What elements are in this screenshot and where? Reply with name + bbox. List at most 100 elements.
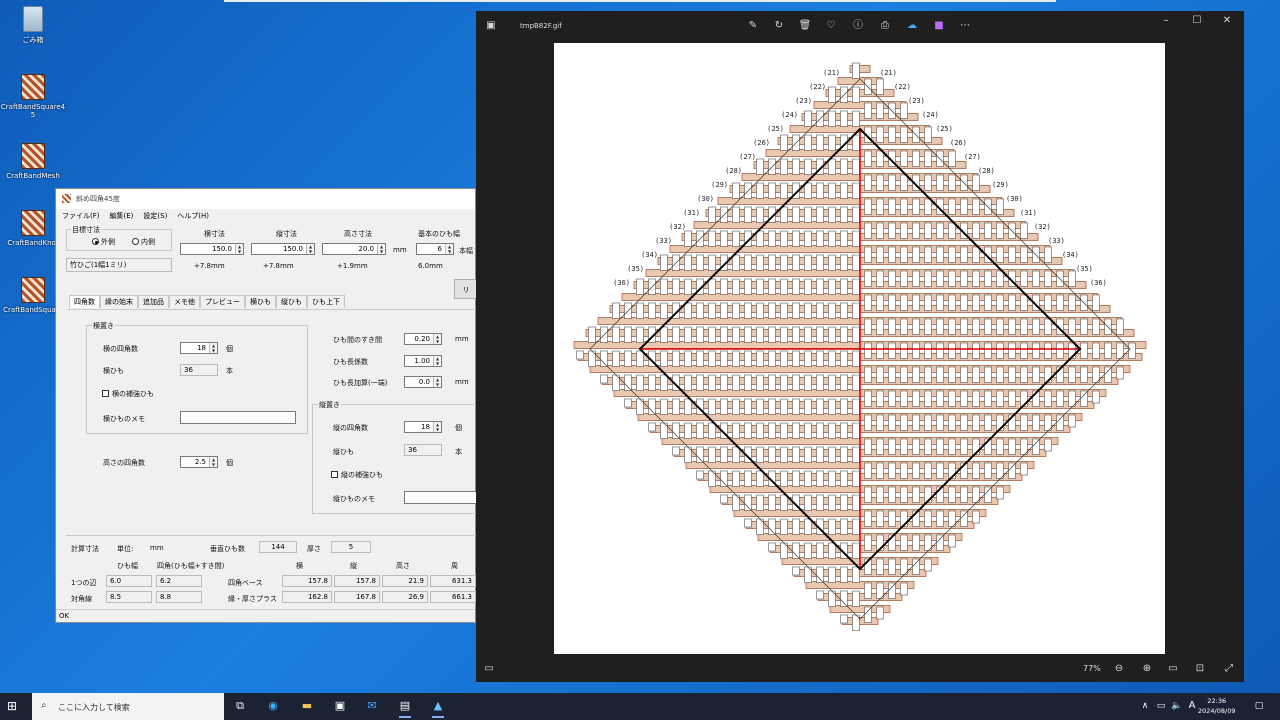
band-number-label: (35) — [627, 265, 644, 273]
vertical-band — [660, 326, 668, 343]
clock[interactable]: 22:36 2024/08/09 — [1198, 696, 1235, 716]
favorite-icon[interactable]: ♡ — [824, 19, 838, 33]
vertical-reinforce-checkbox[interactable]: 縦の補強ひも — [331, 470, 383, 480]
photos-taskbar-icon[interactable]: ▲ — [430, 698, 446, 718]
taskbar-search[interactable]: ⌕ ここに入力して検索 — [32, 693, 224, 720]
menu-settings[interactable]: 設定(S) — [143, 211, 167, 221]
tab-vertical-bands[interactable]: 縦ひも — [276, 295, 307, 308]
gap-input[interactable]: 0.20 ▲ ▼ — [404, 333, 442, 345]
spin-icon[interactable]: ▲ ▼ — [235, 244, 243, 254]
band-width-input[interactable]: 6 ▲ ▼ — [416, 243, 454, 255]
print-icon[interactable]: ⎙ — [878, 19, 892, 33]
network-icon[interactable]: ▭ — [1153, 698, 1169, 714]
recalc-button[interactable]: リ — [454, 279, 478, 299]
vertical-band — [804, 302, 812, 319]
spin-icon[interactable]: ▲ ▼ — [433, 356, 441, 366]
band-number-label: (23) — [908, 97, 925, 105]
clipchamp-icon[interactable]: ■ — [932, 19, 946, 33]
spin-icon[interactable]: ▲ ▼ — [306, 244, 314, 254]
tab-horizontal-bands[interactable]: 横ひも — [245, 295, 276, 308]
depth-input[interactable]: 150.0 ▲ ▼ — [251, 243, 315, 255]
window-titlebar[interactable]: 斜め四角45度 — [56, 189, 475, 209]
horizontal-memo-input[interactable] — [180, 411, 296, 424]
delete-icon[interactable]: 🗑 — [798, 19, 812, 33]
vertical-band — [828, 206, 836, 223]
onedrive-icon[interactable]: ☁ — [905, 19, 919, 33]
zoom-out-icon[interactable]: ⊖ — [1112, 662, 1126, 676]
vertical-band — [804, 398, 812, 415]
vertical-band — [960, 438, 968, 455]
horizontal-count-input[interactable]: 18 ▲ ▼ — [180, 342, 218, 354]
vertical-band — [972, 510, 980, 524]
maximize-icon[interactable]: ☐ — [1190, 15, 1204, 29]
viewer-titlebar[interactable]: ▣ tmpB82F.gif ✎ ↻ 🗑 ♡ ⓘ ⎙ ☁ ■ ⋯ – ☐ ✕ — [476, 11, 1244, 43]
actual-size-icon[interactable]: ⊡ — [1193, 662, 1207, 676]
length-add-input[interactable]: 0.0 ▲ ▼ — [404, 376, 442, 388]
radio-inner-mark — [132, 238, 139, 245]
height-count-input[interactable]: 2.5 ▲ ▼ — [180, 456, 218, 468]
vertical-band — [876, 366, 884, 383]
spin-icon[interactable]: ▲ ▼ — [433, 334, 441, 344]
length-factor-input[interactable]: 1.00 ▲ ▼ — [404, 355, 442, 367]
menu-edit[interactable]: 編集(E) — [110, 211, 134, 221]
craftband-taskbar-icon[interactable]: ▤ — [397, 698, 413, 718]
vertical-band — [1020, 270, 1028, 287]
mail-icon[interactable]: ✉ — [364, 698, 380, 714]
rotate-icon[interactable]: ↻ — [772, 19, 786, 33]
fit-window-icon[interactable]: ▭ — [1166, 662, 1180, 676]
horizontal-reinforce-checkbox[interactable]: 横の補強ひも — [102, 389, 154, 399]
spin-icon[interactable]: ▲ ▼ — [209, 457, 217, 467]
file-explorer-icon[interactable]: ▬ — [299, 698, 315, 714]
spin-icon[interactable]: ▲ ▼ — [433, 377, 441, 387]
desktop-icon-recycle-bin[interactable]: ごみ箱 — [0, 6, 69, 45]
height-input[interactable]: 20.0 ▲ ▼ — [322, 243, 386, 255]
radio-inner[interactable]: 内側 — [132, 237, 155, 247]
windows-start-icon[interactable]: ⊞ — [7, 699, 22, 714]
edit-icon[interactable]: ✎ — [746, 19, 760, 33]
vertical-band — [792, 206, 800, 223]
tab-band-updown[interactable]: ひも上下 — [307, 295, 345, 308]
vertical-band — [624, 326, 632, 343]
vertical-band — [876, 510, 884, 527]
vertical-band — [756, 398, 764, 415]
desktop-icon-craftbandsquare45[interactable]: CraftBandSquare45 — [0, 74, 69, 119]
gallery-icon[interactable]: ▣ — [484, 19, 498, 33]
vertical-band — [864, 198, 872, 215]
store-icon[interactable]: ▣ — [332, 698, 348, 714]
zoom-in-icon[interactable]: ⊕ — [1140, 662, 1154, 676]
volume-icon[interactable]: 🔈 — [1169, 698, 1185, 714]
vertical-band — [1092, 342, 1100, 359]
fullscreen-icon[interactable]: ⤢ — [1222, 662, 1236, 676]
more-icon[interactable]: ⋯ — [958, 19, 972, 33]
width-input[interactable]: 150.0 ▲ ▼ — [180, 243, 244, 255]
tab-memo[interactable]: メモ他 — [169, 295, 200, 308]
vertical-memo-input[interactable] — [404, 491, 477, 504]
radio-outer[interactable]: 外側 — [92, 237, 115, 247]
edge-browser-icon[interactable]: ◉ — [265, 698, 281, 714]
info-icon[interactable]: ⓘ — [851, 19, 865, 33]
filmstrip-icon[interactable]: ▭ — [482, 662, 496, 676]
tab-squares[interactable]: 四角数 — [69, 295, 100, 308]
vertical-count-input[interactable]: 18 ▲ ▼ — [404, 421, 442, 433]
desktop-icon-craftbandmesh[interactable]: CraftBandMesh — [0, 143, 69, 180]
tab-additions[interactable]: 追加品 — [138, 295, 169, 308]
show-hidden-icons[interactable]: ∧ — [1137, 698, 1153, 714]
band-number-label: (33) — [1048, 237, 1065, 245]
spin-icon[interactable]: ▲ ▼ — [377, 244, 385, 254]
spin-icon[interactable]: ▲ ▼ — [433, 422, 441, 432]
spin-icon[interactable]: ▲ ▼ — [209, 343, 217, 353]
base-width-value: 157.8 — [282, 575, 332, 587]
minimize-icon[interactable]: – — [1159, 15, 1173, 29]
tab-preview[interactable]: プレビュー — [200, 295, 245, 308]
vertical-band — [888, 462, 896, 479]
vertical-band — [756, 158, 764, 175]
tab-edge[interactable]: 縁の始末 — [100, 295, 138, 308]
material-select[interactable]: 竹ひご(1幅1ミリ) — [66, 258, 172, 272]
task-view-icon[interactable]: ⧉ — [232, 698, 248, 714]
vertical-band — [828, 446, 836, 463]
spin-icon[interactable]: ▲ ▼ — [445, 244, 453, 254]
menu-help[interactable]: ヘルプ(H) — [177, 211, 209, 221]
notification-icon[interactable]: ▢ — [1251, 698, 1267, 714]
menu-file[interactable]: ファイル(F) — [62, 211, 100, 221]
close-icon[interactable]: ✕ — [1220, 15, 1234, 29]
